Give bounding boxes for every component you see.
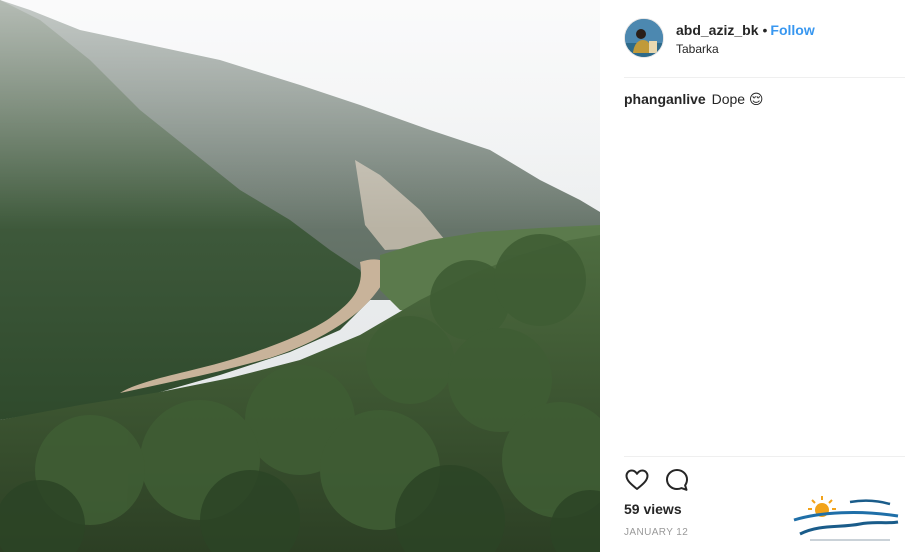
landscape-image xyxy=(0,0,600,552)
post-actions: 59 views JANUARY 12 xyxy=(624,456,905,538)
avatar[interactable] xyxy=(624,18,664,58)
post-sidebar: abd_aziz_bk • Follow Tabarka phanganlive D… xyxy=(600,0,905,552)
follow-button[interactable]: Follow xyxy=(770,22,814,38)
action-icons xyxy=(624,467,744,493)
location-link[interactable]: Tabarka xyxy=(676,42,719,56)
comment-item: phanganlive Dope 😌 xyxy=(624,90,894,108)
comment-text: Dope 😌 xyxy=(711,91,764,107)
comment-username[interactable]: phanganlive xyxy=(624,91,706,107)
header-line: abd_aziz_bk • Follow xyxy=(676,22,815,38)
separator-dot: • xyxy=(762,22,768,38)
post-header: abd_aziz_bk • Follow Tabarka xyxy=(624,18,905,78)
view-count: 59 views xyxy=(624,501,682,517)
comment-icon[interactable] xyxy=(664,467,690,493)
heart-icon[interactable] xyxy=(624,467,650,493)
username-link[interactable]: abd_aziz_bk xyxy=(676,22,758,38)
post-date[interactable]: JANUARY 12 xyxy=(624,527,688,538)
post-media-video[interactable] xyxy=(0,0,600,552)
